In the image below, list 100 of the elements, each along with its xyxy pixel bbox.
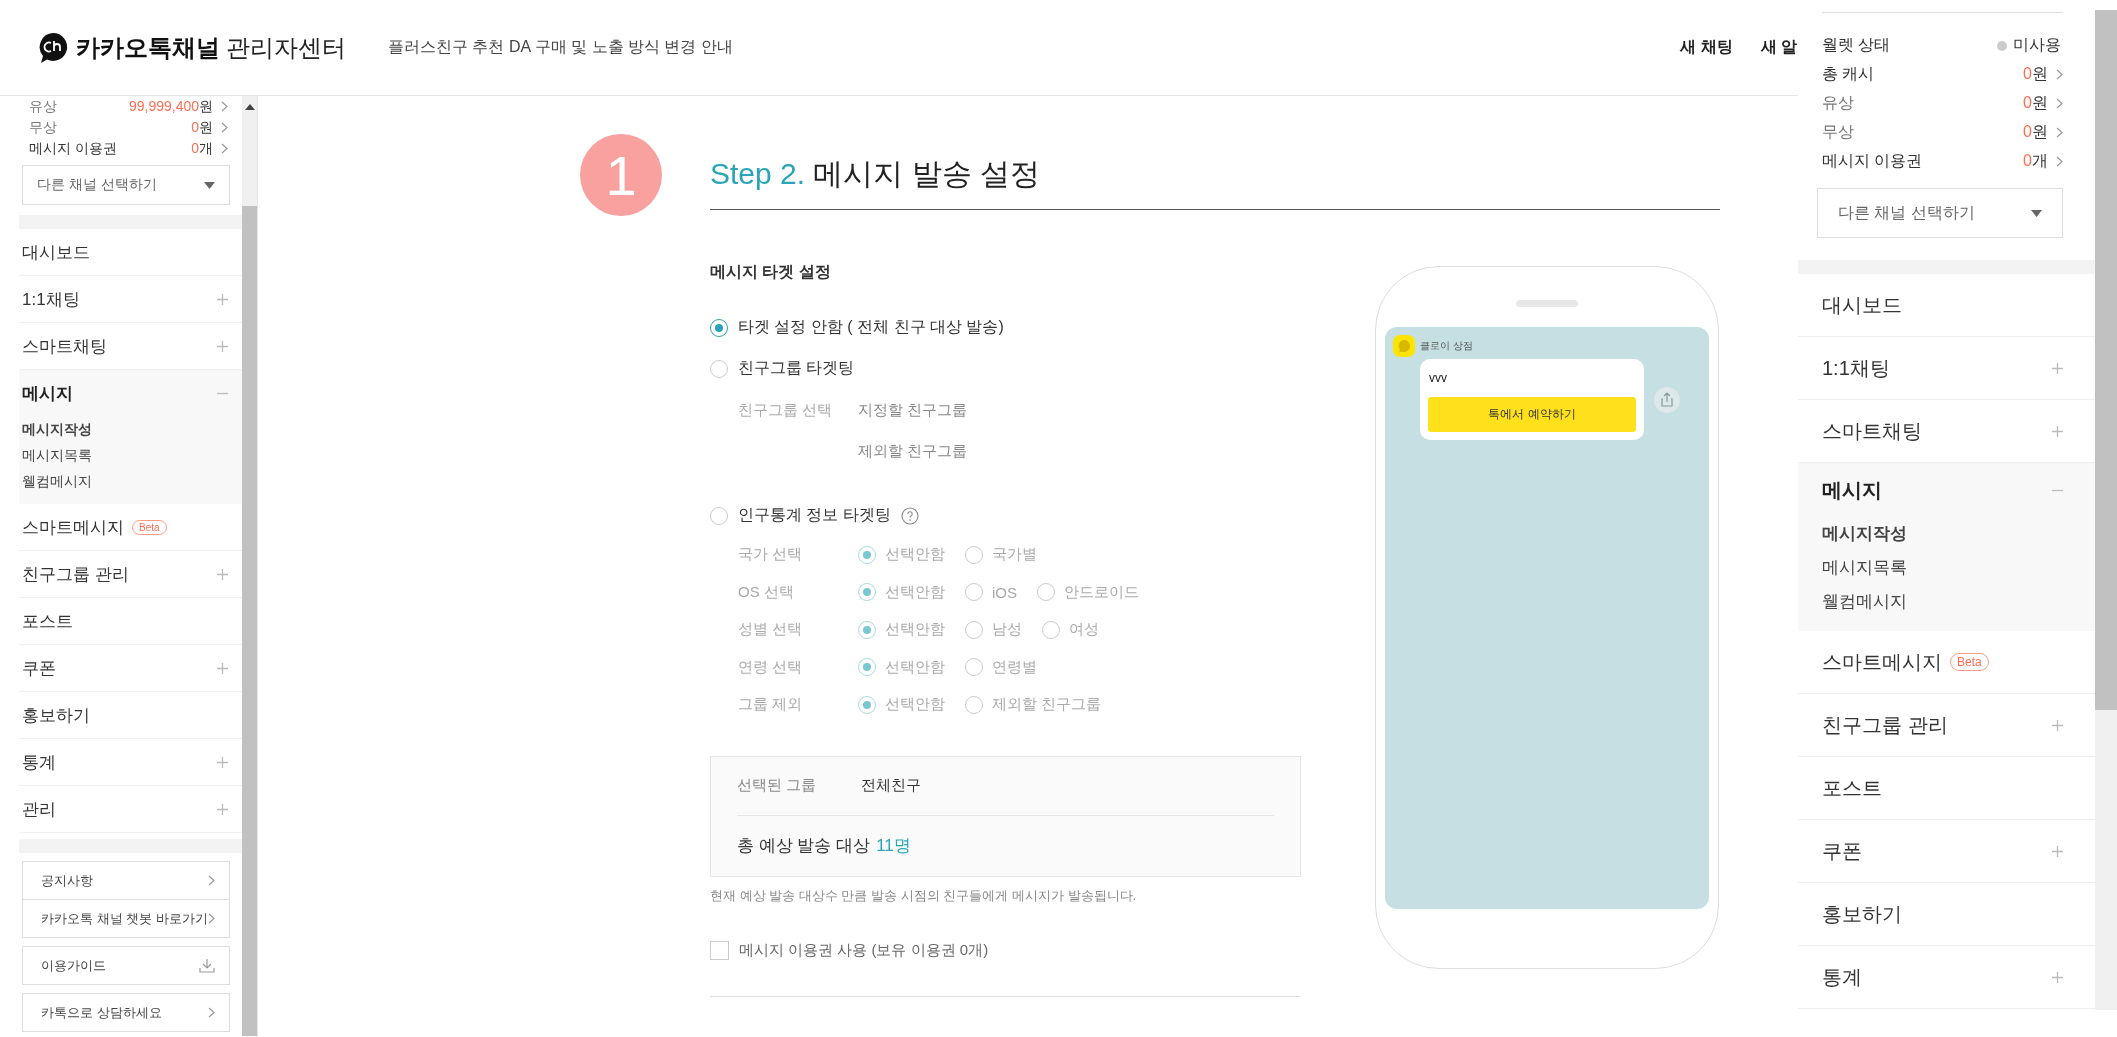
- download-icon: [199, 958, 215, 973]
- nav-item[interactable]: 1:1채팅: [22, 287, 80, 311]
- plus-icon[interactable]: [2052, 362, 2063, 374]
- chat-bubble-logo-icon: [38, 31, 68, 64]
- nav-subitem[interactable]: 메시지목록: [1822, 551, 2095, 585]
- group-option[interactable]: 제외할 친구그룹: [858, 430, 968, 471]
- nav-item[interactable]: 1:1채팅: [1822, 354, 1890, 382]
- section-heading: 메시지 타겟 설정: [710, 262, 832, 282]
- nav-item[interactable]: 친구그룹 관리: [22, 562, 129, 586]
- nav-item[interactable]: 관리: [22, 797, 56, 821]
- field-label: 성별 선택: [738, 620, 804, 640]
- balance-amount[interactable]: 0개: [191, 139, 213, 158]
- nav-item[interactable]: 메시지: [1822, 476, 1882, 504]
- nav-item[interactable]: 쿠폰: [22, 656, 56, 680]
- scrollbar[interactable]: [242, 96, 257, 1036]
- chevron-right-icon: [2056, 156, 2063, 167]
- chevron-right-icon: [221, 101, 228, 112]
- plus-icon[interactable]: [217, 340, 228, 352]
- chevron-right-icon: [208, 875, 215, 886]
- plus-icon[interactable]: [2052, 845, 2063, 857]
- field-label: OS 선택: [738, 582, 795, 602]
- plus-icon[interactable]: [217, 803, 228, 815]
- checkbox[interactable]: [710, 940, 729, 960]
- help-icon[interactable]: [900, 506, 919, 525]
- plus-icon[interactable]: [217, 662, 228, 674]
- header-link[interactable]: 새 채팅: [1680, 37, 1733, 58]
- reserve-button[interactable]: 톡에서 예약하기: [1428, 397, 1636, 432]
- step-number-badge: 1: [580, 134, 662, 216]
- nav-item[interactable]: 통계: [1822, 963, 1862, 991]
- nav-item[interactable]: 스마트채팅: [1822, 417, 1922, 445]
- nav-item[interactable]: 통계: [22, 750, 56, 774]
- field-label: 친구그룹 선택: [738, 400, 834, 420]
- sidebar-link[interactable]: 이용가이드: [23, 947, 229, 984]
- step-title: Step 2. 메시지 발송 설정: [710, 140, 1720, 210]
- nav-item[interactable]: 쿠폰: [1822, 837, 1862, 865]
- nav-item[interactable]: 스마트메시지: [1822, 648, 1942, 676]
- group-option[interactable]: 지정할 친구그룹: [858, 389, 968, 430]
- balance-label: 총 캐시: [1822, 64, 1876, 84]
- logo-subtitle[interactable]: 관리자센터: [226, 31, 346, 64]
- balance-label: 유상: [29, 97, 58, 116]
- nav-item[interactable]: 포스트: [22, 609, 73, 633]
- nav-subitem[interactable]: 메시지작성: [1822, 517, 2095, 551]
- balance-label: 무상: [1822, 122, 1855, 142]
- balance-amount[interactable]: 0원: [2023, 64, 2048, 85]
- plus-icon[interactable]: [217, 756, 228, 768]
- balance-amount[interactable]: 0원: [2023, 93, 2048, 114]
- chevron-right-icon: [2056, 69, 2063, 80]
- scrollbar[interactable]: [2095, 10, 2117, 1010]
- sidebar-link[interactable]: 카톡으로 상담하세요: [23, 994, 229, 1031]
- channel-avatar-icon: [1393, 335, 1415, 357]
- nav-item[interactable]: 홍보하기: [1822, 900, 1902, 928]
- radio-label[interactable]: 타겟 설정 안함 ( 전체 친구 대상 발송): [738, 317, 1004, 338]
- balance-label: 무상: [29, 118, 58, 137]
- chevron-right-icon: [2056, 98, 2063, 109]
- notice-link[interactable]: 플러스친구 추천 DA 구매 및 노출 방식 변경 안내: [388, 37, 733, 58]
- balance-amount[interactable]: 0원: [191, 118, 213, 137]
- radio-label[interactable]: 인구통계 정보 타겟팅: [738, 505, 891, 526]
- nav-subitem[interactable]: 웰컴메시지: [1822, 585, 2095, 619]
- radio-label[interactable]: 친구그룹 타겟팅: [738, 358, 855, 379]
- nav-item[interactable]: 홍보하기: [22, 703, 90, 727]
- sidebar-link[interactable]: 공지사항: [23, 862, 229, 899]
- chevron-right-icon: [2056, 127, 2063, 138]
- chevron-right-icon: [221, 122, 228, 133]
- summary-label: 선택된 그룹: [737, 776, 818, 795]
- plus-icon[interactable]: [217, 568, 228, 580]
- nav-item[interactable]: 대시보드: [1822, 291, 1902, 319]
- balance-amount[interactable]: 0원: [2023, 122, 2048, 143]
- chevron-right-icon: [208, 913, 215, 924]
- nav-item[interactable]: 포스트: [1822, 774, 1882, 802]
- nav-subitem[interactable]: 웰컴메시지: [22, 468, 242, 494]
- sidebar-link[interactable]: 카카오톡 채널 챗봇 바로가기: [23, 899, 229, 937]
- checkbox-label[interactable]: 메시지 이용권 사용 (보유 이용권 0개): [739, 940, 989, 960]
- help-text: 현재 예상 발송 대상수 만큼 발송 시점의 친구들에게 메시지가 발송됩니다.: [710, 886, 1138, 905]
- balance-label: 메시지 이용권: [29, 139, 118, 158]
- share-icon[interactable]: [1654, 386, 1680, 413]
- nav-item[interactable]: 친구그룹 관리: [1822, 711, 1948, 739]
- balance-label: 유상: [1822, 93, 1855, 113]
- plus-icon[interactable]: [2052, 971, 2063, 983]
- sender-name: 클로이 상점: [1420, 339, 1473, 353]
- field-label: 연령 선택: [738, 657, 804, 677]
- header-link[interactable]: 새 알: [1760, 37, 1797, 58]
- channel-select[interactable]: 다른 채널 선택하기: [1817, 188, 2063, 238]
- scroll-up-icon[interactable]: [244, 104, 255, 110]
- plus-icon[interactable]: [217, 293, 228, 305]
- balance-amount[interactable]: 0개: [2023, 151, 2048, 172]
- nav-subitem[interactable]: 메시지작성: [22, 416, 242, 442]
- nav-item[interactable]: 스마트채팅: [22, 334, 107, 358]
- logo-title[interactable]: 카카오톡채널: [76, 31, 220, 64]
- dropdown-caret-icon: [2031, 209, 2042, 217]
- summary-value: 전체친구: [861, 776, 921, 795]
- nav-item[interactable]: 스마트메시지: [22, 515, 124, 539]
- channel-select[interactable]: 다른 채널 선택하기: [22, 165, 230, 205]
- plus-icon[interactable]: [2052, 719, 2063, 731]
- nav-subitem[interactable]: 메시지목록: [22, 442, 242, 468]
- dropdown-caret-icon: [204, 181, 215, 189]
- plus-icon[interactable]: [2052, 425, 2063, 437]
- nav-item[interactable]: 대시보드: [22, 240, 90, 264]
- balance-amount[interactable]: 99,999,400원: [128, 97, 213, 116]
- nav-item[interactable]: 메시지: [22, 381, 73, 405]
- message-text: vvv: [1428, 371, 1448, 385]
